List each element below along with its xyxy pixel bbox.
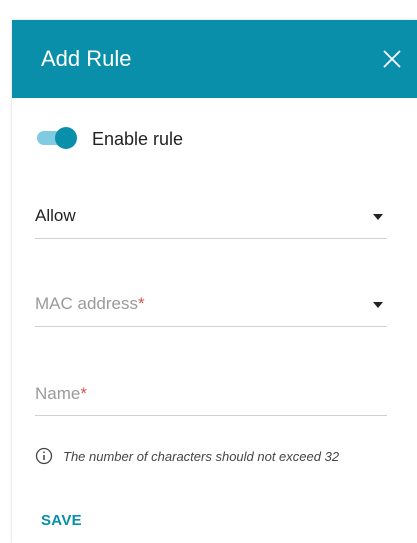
chevron-down-icon [373,302,383,308]
chevron-down-icon [373,214,383,220]
info-icon [35,447,53,465]
required-mark: * [137,294,145,313]
hint-text: The number of characters should not exce… [63,448,340,464]
enable-rule-label: Enable rule [92,129,184,149]
toggle-knob [55,127,77,149]
mac-address-placeholder: MAC address* [35,294,145,313]
action-select-value: Allow [35,206,76,225]
name-input[interactable] [35,377,387,415]
action-select[interactable]: Allow [35,200,387,239]
mac-address-select[interactable]: MAC address* [35,288,387,327]
dialog-header: Add Rule [12,20,417,98]
dialog-title: Add Rule [41,46,132,71]
close-icon[interactable] [379,46,405,72]
name-hint: The number of characters should not exce… [35,446,339,466]
save-button[interactable]: SAVE [41,512,82,529]
name-field[interactable]: Name* [35,377,387,416]
enable-rule-toggle[interactable] [35,123,77,153]
